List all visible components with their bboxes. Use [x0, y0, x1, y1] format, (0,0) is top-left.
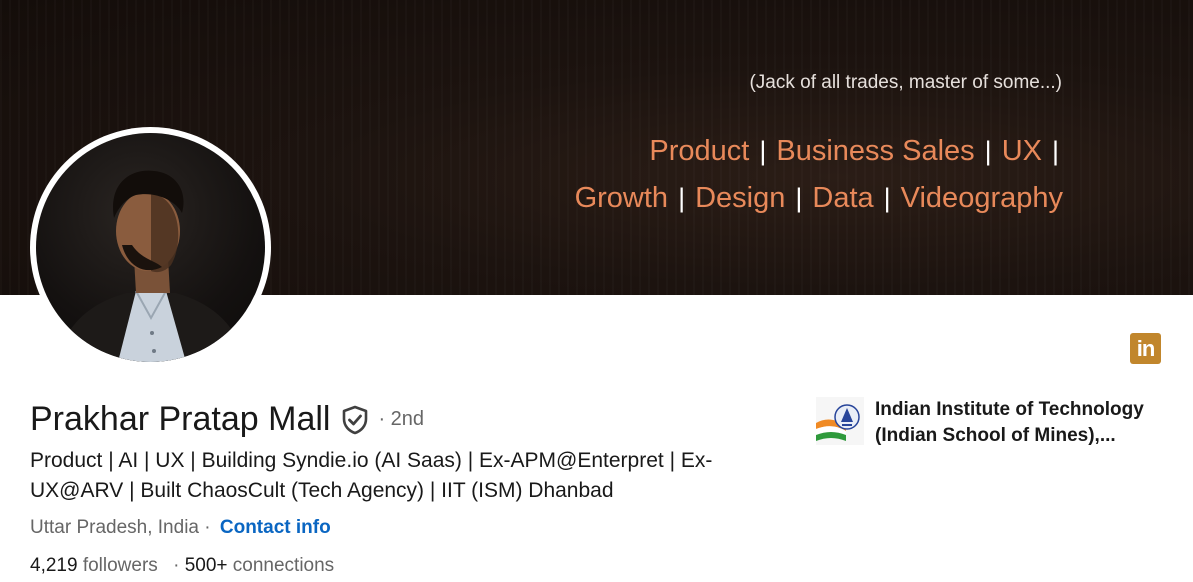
school-logo — [816, 397, 864, 445]
banner-separator: | — [678, 183, 686, 213]
banner-skill: Design — [695, 182, 786, 214]
banner-skill: UX — [1001, 135, 1042, 167]
connection-degree: · 2nd — [378, 408, 425, 430]
avatar-photo — [36, 133, 265, 362]
shield-check-icon[interactable] — [340, 405, 370, 435]
banner-skills-line-1: Product | Business Sales | UX | — [649, 135, 1069, 168]
profile-headline: Product | AI | UX | Building Syndie.io (… — [30, 449, 713, 502]
profile-name: Prakhar Pratap Mall — [30, 400, 331, 438]
location-row: Uttar Pradesh, India · Contact info — [30, 517, 331, 539]
profile-page: (Jack of all trades, master of some...) … — [0, 0, 1193, 582]
banner-skill: Videography — [900, 182, 1063, 214]
banner-skills-line-2: Growth | Design | Data | Videography — [575, 182, 1063, 215]
connections-count[interactable]: 500+ — [185, 555, 228, 576]
connections-label[interactable]: connections — [233, 555, 334, 576]
followers-count[interactable]: 4,219 — [30, 555, 78, 576]
banner-separator: | — [759, 136, 767, 166]
banner-skill: Business Sales — [776, 135, 975, 167]
linkedin-icon[interactable]: in — [1130, 333, 1161, 364]
education-item[interactable]: Indian Institute of Technology (Indian S… — [816, 397, 1175, 449]
banner-skill: Growth — [574, 182, 669, 214]
banner-separator: | — [883, 183, 891, 213]
school-name: Indian Institute of Technology (Indian S… — [875, 399, 1144, 446]
banner-skill: Product — [649, 135, 750, 167]
network-stats: 4,219 followers · 500+ connections — [30, 555, 334, 577]
name-row: Prakhar Pratap Mall · 2nd — [30, 400, 424, 439]
banner-tagline: (Jack of all trades, master of some...) — [749, 72, 1062, 93]
banner-separator: | — [795, 183, 803, 213]
stats-separator: · — [173, 555, 180, 576]
banner-separator: | — [1051, 136, 1059, 166]
followers-label[interactable]: followers — [83, 555, 158, 576]
banner-skill: Data — [812, 182, 874, 214]
profile-avatar[interactable] — [30, 127, 271, 368]
banner-separator: | — [984, 136, 992, 166]
profile-location: Uttar Pradesh, India · — [30, 517, 211, 538]
avatar-photo-illustration — [56, 170, 246, 362]
contact-info-link[interactable]: Contact info — [220, 517, 331, 538]
